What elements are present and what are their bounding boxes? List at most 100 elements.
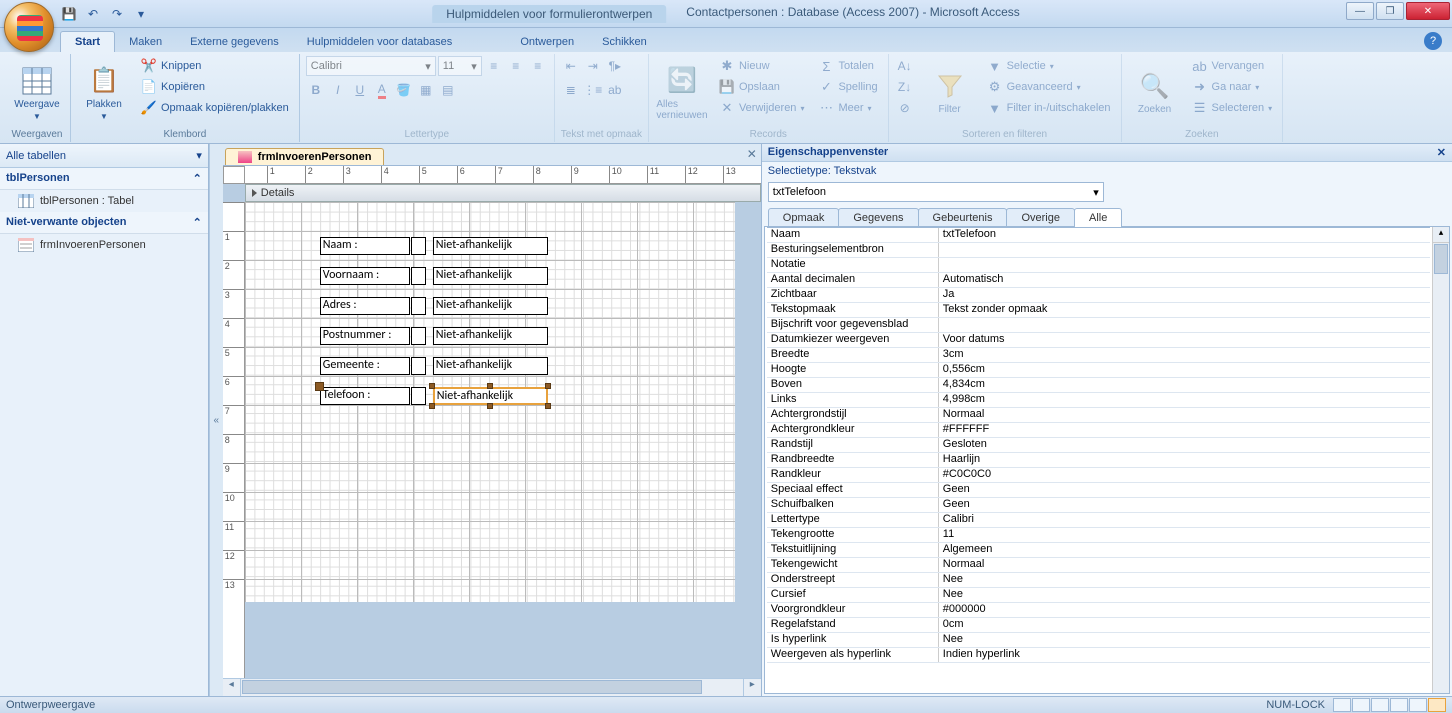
selection-filter-button[interactable]: ▼Selectie▾	[983, 56, 1115, 76]
clear-sort-icon[interactable]: ⊘	[895, 98, 915, 118]
property-value[interactable]: Calibri	[939, 513, 1430, 527]
nav-item-tblpersonen[interactable]: tblPersonen : Tabel	[0, 190, 208, 212]
form-label[interactable]: Adres :	[320, 297, 410, 315]
horizontal-scrollbar[interactable]: ◂ ▸	[223, 678, 761, 696]
property-value[interactable]: Geen	[939, 483, 1430, 497]
align-right-icon[interactable]: ≡	[528, 56, 548, 76]
property-row[interactable]: OnderstreeptNee	[767, 573, 1430, 588]
indent-increase-icon[interactable]: ⇥	[583, 56, 603, 76]
save-record-button[interactable]: 💾Opslaan	[715, 77, 809, 97]
tab-start[interactable]: Start	[60, 31, 115, 52]
property-value[interactable]: Tekst zonder opmaak	[939, 303, 1430, 317]
pivottable-view-icon[interactable]	[1371, 698, 1389, 712]
align-center-icon[interactable]: ≡	[506, 56, 526, 76]
property-row[interactable]: Tekengrootte11	[767, 528, 1430, 543]
property-value[interactable]: #FFFFFF	[939, 423, 1430, 437]
select-button[interactable]: ☰Selecteren▾	[1188, 98, 1277, 118]
property-row[interactable]: Aantal decimalenAutomatisch	[767, 273, 1430, 288]
form-label[interactable]: Telefoon :	[320, 387, 410, 405]
property-grid[interactable]: NaamtxtTelefoonBesturingselementbronNota…	[767, 227, 1430, 693]
move-handle[interactable]	[315, 382, 324, 391]
nav-item-frminvoeren[interactable]: frmInvoerenPersonen	[0, 234, 208, 256]
close-tab-icon[interactable]: ✕	[747, 147, 757, 161]
prop-tab-alle[interactable]: Alle	[1074, 208, 1122, 227]
sort-desc-icon[interactable]: Z↓	[895, 77, 915, 97]
property-value[interactable]: 4,834cm	[939, 378, 1430, 392]
nav-group-unrelated[interactable]: Niet-verwante objecten⌃	[0, 212, 208, 234]
redo-icon[interactable]: ↷	[108, 5, 126, 23]
form-label-spacer[interactable]	[411, 297, 426, 315]
qat-dropdown-icon[interactable]: ▾	[132, 5, 150, 23]
view-button[interactable]: Weergave ▼	[10, 56, 64, 129]
property-row[interactable]: Links4,998cm	[767, 393, 1430, 408]
property-row[interactable]: Boven4,834cm	[767, 378, 1430, 393]
vertical-scrollbar[interactable]: ▴	[1432, 227, 1449, 693]
align-left-icon[interactable]: ≡	[484, 56, 504, 76]
design-canvas[interactable]: Naam : Niet-afhankelijk Voornaam : Niet-afh…	[245, 202, 761, 678]
propsheet-object-combo[interactable]: txtTelefoon ▾	[768, 182, 1104, 202]
property-row[interactable]: Achtergrondkleur#FFFFFF	[767, 423, 1430, 438]
selection-handle[interactable]	[487, 403, 493, 409]
ltr-icon[interactable]: ¶▸	[605, 56, 625, 76]
property-value[interactable]: #000000	[939, 603, 1430, 617]
tab-hulpmiddelen[interactable]: Hulpmiddelen voor databases	[293, 32, 467, 52]
save-icon[interactable]: 💾	[60, 5, 78, 23]
alt-fill-icon[interactable]: ▤	[438, 80, 458, 100]
selection-handle[interactable]	[545, 403, 551, 409]
fill-color-icon[interactable]: 🪣	[394, 80, 414, 100]
horizontal-ruler[interactable]: 12345678910111213	[245, 166, 761, 184]
property-value[interactable]: 0,556cm	[939, 363, 1430, 377]
property-value[interactable]: txtTelefoon	[939, 228, 1430, 242]
tab-ontwerpen[interactable]: Ontwerpen	[506, 32, 588, 52]
property-value[interactable]: Ja	[939, 288, 1430, 302]
form-view-icon[interactable]	[1333, 698, 1351, 712]
totals-button[interactable]: ΣTotalen	[814, 56, 881, 76]
property-row[interactable]: Regelafstand0cm	[767, 618, 1430, 633]
more-button[interactable]: ⋯Meer▾	[814, 98, 881, 118]
property-row[interactable]: Notatie	[767, 258, 1430, 273]
selection-handle[interactable]	[429, 383, 435, 389]
property-value[interactable]: Gesloten	[939, 438, 1430, 452]
pivotchart-view-icon[interactable]	[1390, 698, 1408, 712]
form-textbox[interactable]: Niet-afhankelijk	[433, 297, 548, 315]
minimize-button[interactable]: —	[1346, 2, 1374, 20]
copy-button[interactable]: 📄Kopiëren	[137, 77, 293, 97]
property-value[interactable]: Nee	[939, 588, 1430, 602]
property-row[interactable]: Datumkiezer weergevenVoor datums	[767, 333, 1430, 348]
refresh-all-button[interactable]: 🔄 Alles vernieuwen	[655, 56, 709, 129]
property-row[interactable]: Besturingselementbron	[767, 243, 1430, 258]
paste-button[interactable]: 📋 Plakken ▼	[77, 56, 131, 129]
property-row[interactable]: ZichtbaarJa	[767, 288, 1430, 303]
prop-tab-overige[interactable]: Overige	[1006, 208, 1075, 227]
office-button[interactable]	[4, 2, 54, 52]
number-list-icon[interactable]: ≣	[561, 80, 581, 100]
advanced-filter-button[interactable]: ⚙Geavanceerd▾	[983, 77, 1115, 97]
design-view-icon[interactable]	[1428, 698, 1446, 712]
property-value[interactable]: Normaal	[939, 558, 1430, 572]
property-row[interactable]: Hoogte0,556cm	[767, 363, 1430, 378]
nav-header[interactable]: Alle tabellen ▾	[0, 144, 208, 168]
layout-view-icon[interactable]	[1409, 698, 1427, 712]
property-row[interactable]: RandstijlGesloten	[767, 438, 1430, 453]
prop-tab-gegevens[interactable]: Gegevens	[838, 208, 918, 227]
property-row[interactable]: NaamtxtTelefoon	[767, 228, 1430, 243]
find-button[interactable]: 🔍 Zoeken	[1128, 56, 1182, 129]
form-label[interactable]: Naam :	[320, 237, 410, 255]
undo-icon[interactable]: ↶	[84, 5, 102, 23]
property-row[interactable]: Is hyperlinkNee	[767, 633, 1430, 648]
form-label-spacer[interactable]	[411, 237, 426, 255]
property-value[interactable]: Indien hyperlink	[939, 648, 1430, 662]
property-row[interactable]: Bijschrift voor gegevensblad	[767, 318, 1430, 333]
tab-maken[interactable]: Maken	[115, 32, 176, 52]
property-value[interactable]: Normaal	[939, 408, 1430, 422]
form-textbox[interactable]: Niet-afhankelijk	[433, 357, 548, 375]
prop-tab-gebeurtenis[interactable]: Gebeurtenis	[918, 208, 1008, 227]
property-value[interactable]: Nee	[939, 573, 1430, 587]
property-value[interactable]: 0cm	[939, 618, 1430, 632]
sort-asc-icon[interactable]: A↓	[895, 56, 915, 76]
property-value[interactable]: Voor datums	[939, 333, 1430, 347]
selection-handle[interactable]	[487, 383, 493, 389]
form-label[interactable]: Voornaam :	[320, 267, 410, 285]
font-name-combo[interactable]: Calibri▾	[306, 56, 436, 76]
property-value[interactable]: 3cm	[939, 348, 1430, 362]
